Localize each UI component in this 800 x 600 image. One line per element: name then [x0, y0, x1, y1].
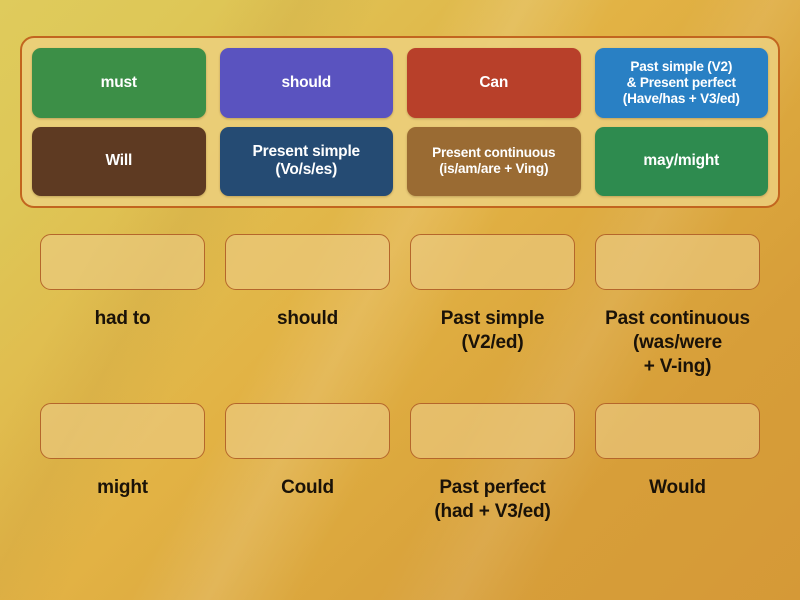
answer-label-could: Could: [281, 476, 334, 498]
answer-cell-would: Would: [595, 402, 760, 524]
dropzone-past-simple[interactable]: [410, 234, 575, 290]
dropzone-should[interactable]: [225, 234, 390, 290]
dropzone-past-continuous[interactable]: [595, 234, 760, 290]
tile-tray-row-1: must should Can Past simple (V2) & Prese…: [32, 48, 768, 118]
dropzone-past-perfect[interactable]: [410, 402, 575, 459]
answer-label-past-simple: Past simple (V2/ed): [440, 308, 545, 353]
dropzone-might[interactable]: [40, 402, 205, 459]
dropzone-could[interactable]: [225, 402, 390, 459]
answer-cell-had-to: had to: [40, 234, 205, 379]
draggable-tile-must[interactable]: must: [32, 48, 206, 118]
draggable-tile-past-simple-present-perfect[interactable]: Past simple (V2) & Present perfect (Have…: [594, 48, 768, 118]
activity-stage: must should Can Past simple (V2) & Prese…: [0, 0, 800, 600]
answer-cell-past-simple: Past simple (V2/ed): [410, 234, 575, 379]
answer-row-2: might Could Past perfect (had + V3/ed) W…: [40, 402, 760, 524]
dropzone-had-to[interactable]: [40, 234, 205, 290]
tile-tray-row-2: Will Present simple (Vo/s/es) Present co…: [32, 126, 768, 196]
draggable-tile-present-continuous[interactable]: Present continuous (is/am/are + Ving): [407, 126, 581, 196]
draggable-tile-will[interactable]: Will: [32, 126, 206, 196]
tile-tray-panel: must should Can Past simple (V2) & Prese…: [20, 36, 780, 208]
answer-label-might: might: [97, 476, 148, 498]
answer-cell-past-continuous: Past continuous (was/were + V-ing): [595, 234, 760, 379]
draggable-tile-should[interactable]: should: [219, 48, 393, 118]
answer-label-should: should: [276, 308, 339, 329]
draggable-tile-may-might[interactable]: may/might: [594, 126, 768, 196]
answer-label-would: Would: [649, 476, 706, 498]
answer-label-past-perfect: Past perfect (had + V3/ed): [434, 476, 551, 522]
draggable-tile-can[interactable]: Can: [407, 48, 581, 118]
answer-row-1: had to should Past simple (V2/ed) Past c…: [40, 234, 760, 379]
answer-cell-might: might: [40, 402, 205, 524]
answer-grid: had to should Past simple (V2/ed) Past c…: [40, 234, 760, 524]
answer-cell-could: Could: [225, 402, 390, 524]
dropzone-would[interactable]: [595, 402, 760, 459]
answer-label-past-continuous: Past continuous (was/were + V-ing): [605, 308, 750, 377]
answer-cell-past-perfect: Past perfect (had + V3/ed): [410, 402, 575, 524]
draggable-tile-present-simple[interactable]: Present simple (Vo/s/es): [219, 126, 393, 196]
answer-cell-should: should: [225, 234, 390, 379]
answer-label-had-to: had to: [94, 308, 151, 329]
